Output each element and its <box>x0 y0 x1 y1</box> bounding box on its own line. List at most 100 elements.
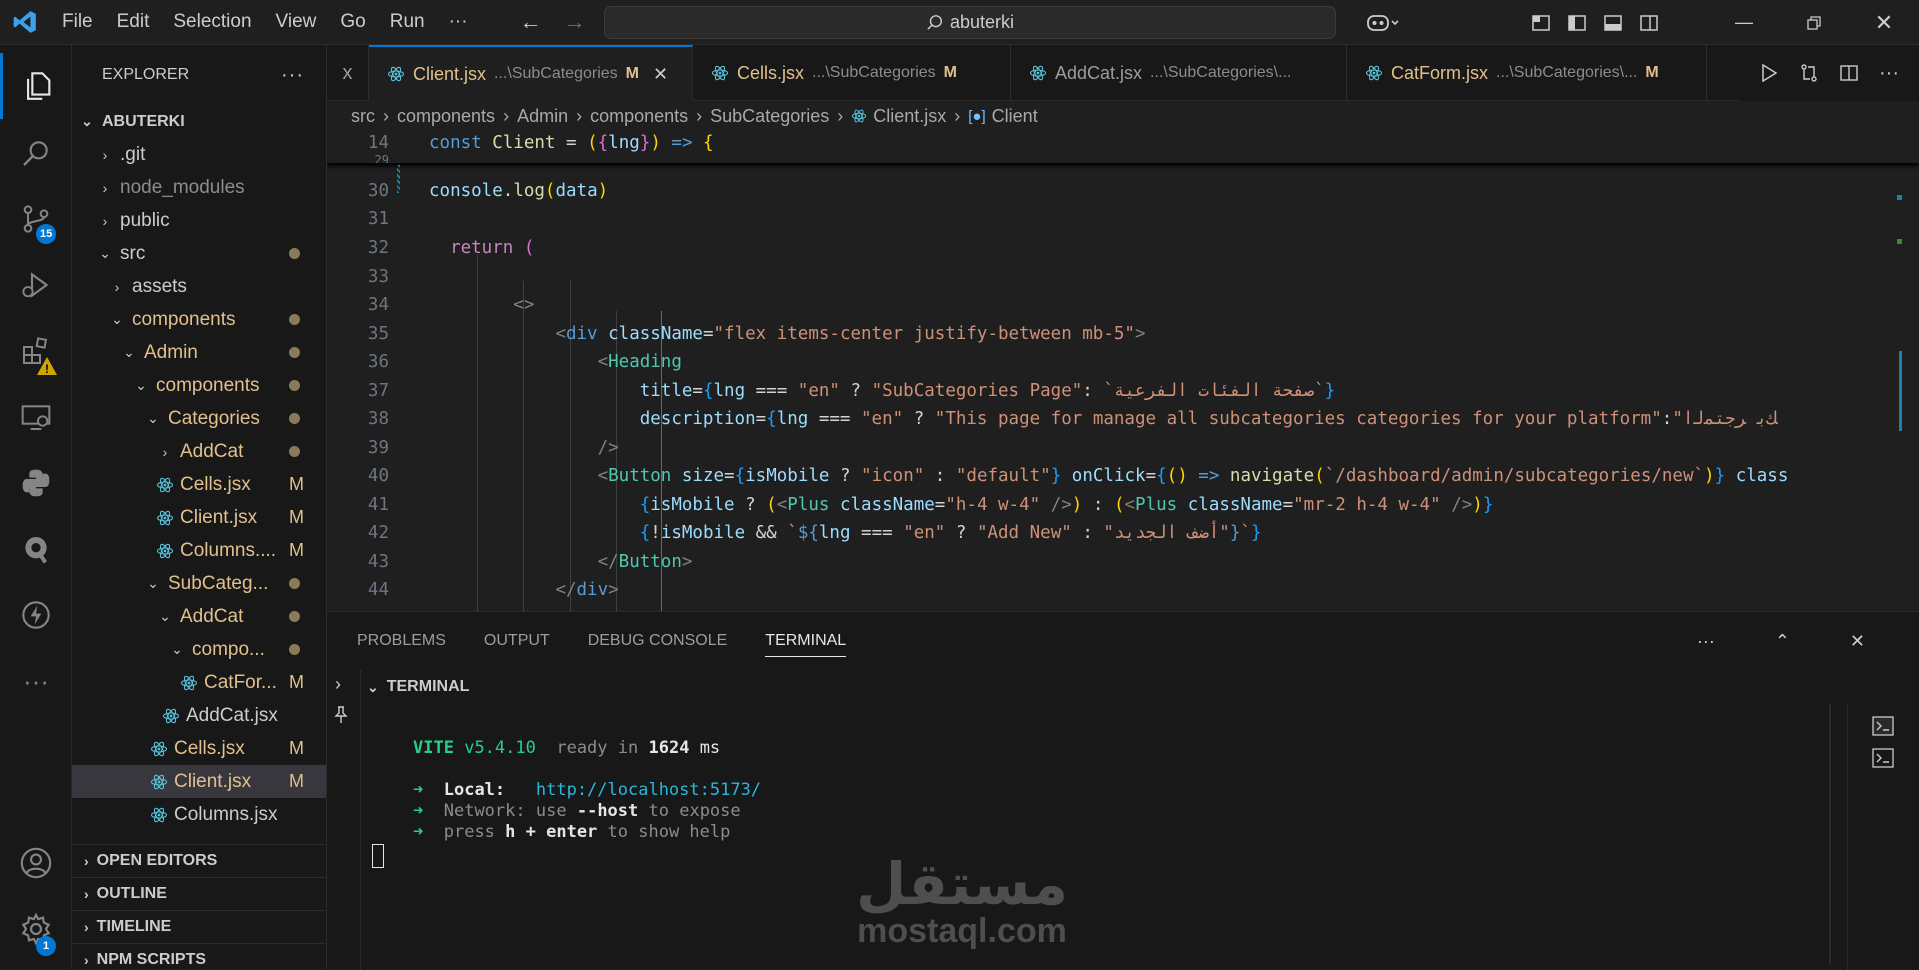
section-timeline[interactable]: › TIMELINE <box>72 910 326 943</box>
tree-item-subcategories[interactable]: ⌄ SubCateg... <box>72 567 326 600</box>
breadcrumb-item[interactable]: Admin <box>517 106 568 127</box>
maximize-panel-icon[interactable]: ⌃ <box>1775 625 1790 658</box>
toggle-secondary-sidebar-icon[interactable] <box>1631 0 1667 45</box>
breadcrumb-item[interactable]: components <box>397 106 495 127</box>
more-views-icon[interactable]: ··· <box>0 648 72 714</box>
command-center-search[interactable]: abuterki <box>604 6 1336 39</box>
symbol-variable-icon: [●] <box>968 107 986 125</box>
tab-catform-jsx[interactable]: CatForm.jsx ...\SubCategories\... M <box>1347 45 1707 101</box>
close-tab-icon[interactable]: ✕ <box>653 64 668 85</box>
tree-root-folder[interactable]: ⌄ ABUTERKI <box>72 105 326 138</box>
tree-item-src[interactable]: ⌄ src <box>72 237 326 270</box>
restore-icon[interactable] <box>1779 0 1849 45</box>
run-file-icon[interactable] <box>1749 64 1789 82</box>
tab-terminal[interactable]: TERMINAL <box>765 626 847 657</box>
tree-item-sub-cells-jsx[interactable]: Cells.jsx M <box>72 732 326 765</box>
remote-explorer-icon[interactable] <box>0 384 72 450</box>
breadcrumb-item[interactable]: Client.jsx <box>873 106 946 127</box>
code-line: description={lng === "en" ? "This page f… <box>639 409 1778 429</box>
tree-item-addcat-jsx[interactable]: AddCat.jsx <box>72 699 326 732</box>
accounts-icon[interactable] <box>0 830 72 896</box>
extensions-icon[interactable]: ! <box>0 318 72 384</box>
panel-more-icon[interactable]: ··· <box>1697 625 1715 658</box>
section-open-editors[interactable]: › OPEN EDITORS <box>72 844 326 877</box>
settings-gear-icon[interactable]: 1 <box>0 896 72 962</box>
terminal-section-header[interactable]: ⌄ TERMINAL <box>367 670 1919 704</box>
tab-output[interactable]: OUTPUT <box>484 626 550 656</box>
python-icon[interactable] <box>0 450 72 516</box>
tree-item-label: Client.jsx <box>174 770 252 792</box>
run-debug-icon[interactable] <box>0 252 72 318</box>
pin-icon[interactable] <box>333 706 349 729</box>
gitlens-icon[interactable] <box>0 516 72 582</box>
search-activity-icon[interactable] <box>0 120 72 186</box>
section-outline[interactable]: › OUTLINE <box>72 877 326 910</box>
minimap-scroll[interactable] <box>1895 131 1903 611</box>
tree-item-sub-components[interactable]: ⌄ compo... <box>72 633 326 666</box>
menu-view[interactable]: View <box>264 11 329 33</box>
explorer-icon[interactable] <box>0 53 72 119</box>
thunder-client-icon[interactable] <box>0 582 72 648</box>
tree-item-admin[interactable]: ⌄ Admin <box>72 336 326 369</box>
tree-item-sub-client-jsx[interactable]: Client.jsx M <box>72 765 326 798</box>
tab-client-jsx[interactable]: Client.jsx ...\SubCategories M ✕ <box>369 45 693 101</box>
line-number: 39 <box>367 438 389 458</box>
tab-cells-jsx[interactable]: Cells.jsx ...\SubCategories M <box>693 45 1011 101</box>
menu-edit[interactable]: Edit <box>105 11 162 33</box>
tab-problems[interactable]: PROBLEMS <box>357 626 446 656</box>
back-arrow-icon[interactable]: ← <box>520 9 542 35</box>
tree-item-public[interactable]: › public <box>72 204 326 237</box>
menu-selection[interactable]: Selection <box>161 11 263 33</box>
tree-item-assets[interactable]: › assets <box>72 270 326 303</box>
tree-item-components[interactable]: ⌄ components <box>72 303 326 336</box>
source-control-icon[interactable]: 15 <box>0 186 72 252</box>
tree-item-client-jsx[interactable]: Client.jsx M <box>72 501 326 534</box>
tab-overflow[interactable]: x <box>327 45 369 101</box>
close-panel-icon[interactable]: ✕ <box>1850 625 1865 658</box>
chevron-right-icon[interactable]: › <box>335 674 341 695</box>
terminal-instance-icon[interactable] <box>1872 716 1894 741</box>
sticky-scroll[interactable]: 14 const Client = ({lng}) => { 29 <box>327 131 1919 163</box>
close-window-icon[interactable]: ✕ <box>1849 0 1919 45</box>
tree-item-catform[interactable]: CatFor... M <box>72 666 326 699</box>
breadcrumb-item[interactable]: src <box>351 106 375 127</box>
terminal-scrollbar[interactable] <box>1829 704 1831 964</box>
tab-debug-console[interactable]: DEBUG CONSOLE <box>588 626 728 656</box>
menu-go[interactable]: Go <box>328 11 377 33</box>
tree-item-addcat-folder[interactable]: › AddCat <box>72 435 326 468</box>
tab-label: x <box>342 61 353 84</box>
minimize-icon[interactable]: — <box>1709 0 1779 45</box>
split-editor-icon[interactable] <box>1829 63 1869 83</box>
toggle-sidebar-icon[interactable] <box>1559 0 1595 45</box>
menu-file[interactable]: File <box>50 11 105 33</box>
tree-item-node-modules[interactable]: › node_modules <box>72 171 326 204</box>
toggle-panel-icon[interactable] <box>1595 0 1631 45</box>
local-url-link[interactable]: http://localhost:5173/ <box>536 780 761 800</box>
tree-item-sub-addcat[interactable]: ⌄ AddCat <box>72 600 326 633</box>
settings-badge: 1 <box>36 936 56 956</box>
more-actions-icon[interactable]: ··· <box>1869 62 1909 85</box>
terminal-output[interactable]: VITE v5.4.10 ready in 1624 ms ➜ Local: h… <box>367 704 1831 970</box>
tree-item-label: Columns.... <box>180 539 277 561</box>
code-editor[interactable]: 30 console.log(data) 31 32 return ( 33 3… <box>327 131 1919 611</box>
tree-item-cells-jsx[interactable]: Cells.jsx M <box>72 468 326 501</box>
section-npm-scripts[interactable]: › NPM SCRIPTS <box>72 943 326 969</box>
customize-layout-icon[interactable] <box>1523 0 1559 45</box>
tree-item-git[interactable]: › .git <box>72 138 326 171</box>
terminal-instance-icon[interactable] <box>1872 748 1894 773</box>
breadcrumb-item[interactable]: components <box>590 106 688 127</box>
explorer-more-icon[interactable]: ··· <box>281 64 304 87</box>
menu-bar: File Edit Selection View Go Run ··· <box>50 0 480 45</box>
compare-changes-icon[interactable] <box>1789 63 1829 83</box>
tree-item-sub-columns-jsx[interactable]: Columns.jsx <box>72 798 326 831</box>
tree-item-admin-components[interactable]: ⌄ components <box>72 369 326 402</box>
tab-addcat-jsx[interactable]: AddCat.jsx ...\SubCategories\... <box>1011 45 1347 101</box>
forward-arrow-icon[interactable]: → <box>564 9 586 35</box>
breadcrumb-item[interactable]: Client <box>992 106 1038 127</box>
menu-more[interactable]: ··· <box>437 11 480 33</box>
breadcrumb-item[interactable]: SubCategories <box>710 106 829 127</box>
menu-run[interactable]: Run <box>378 11 437 33</box>
copilot-icon[interactable] <box>1353 0 1413 45</box>
tree-item-columns-jsx[interactable]: Columns.... M <box>72 534 326 567</box>
tree-item-categories[interactable]: ⌄ Categories <box>72 402 326 435</box>
